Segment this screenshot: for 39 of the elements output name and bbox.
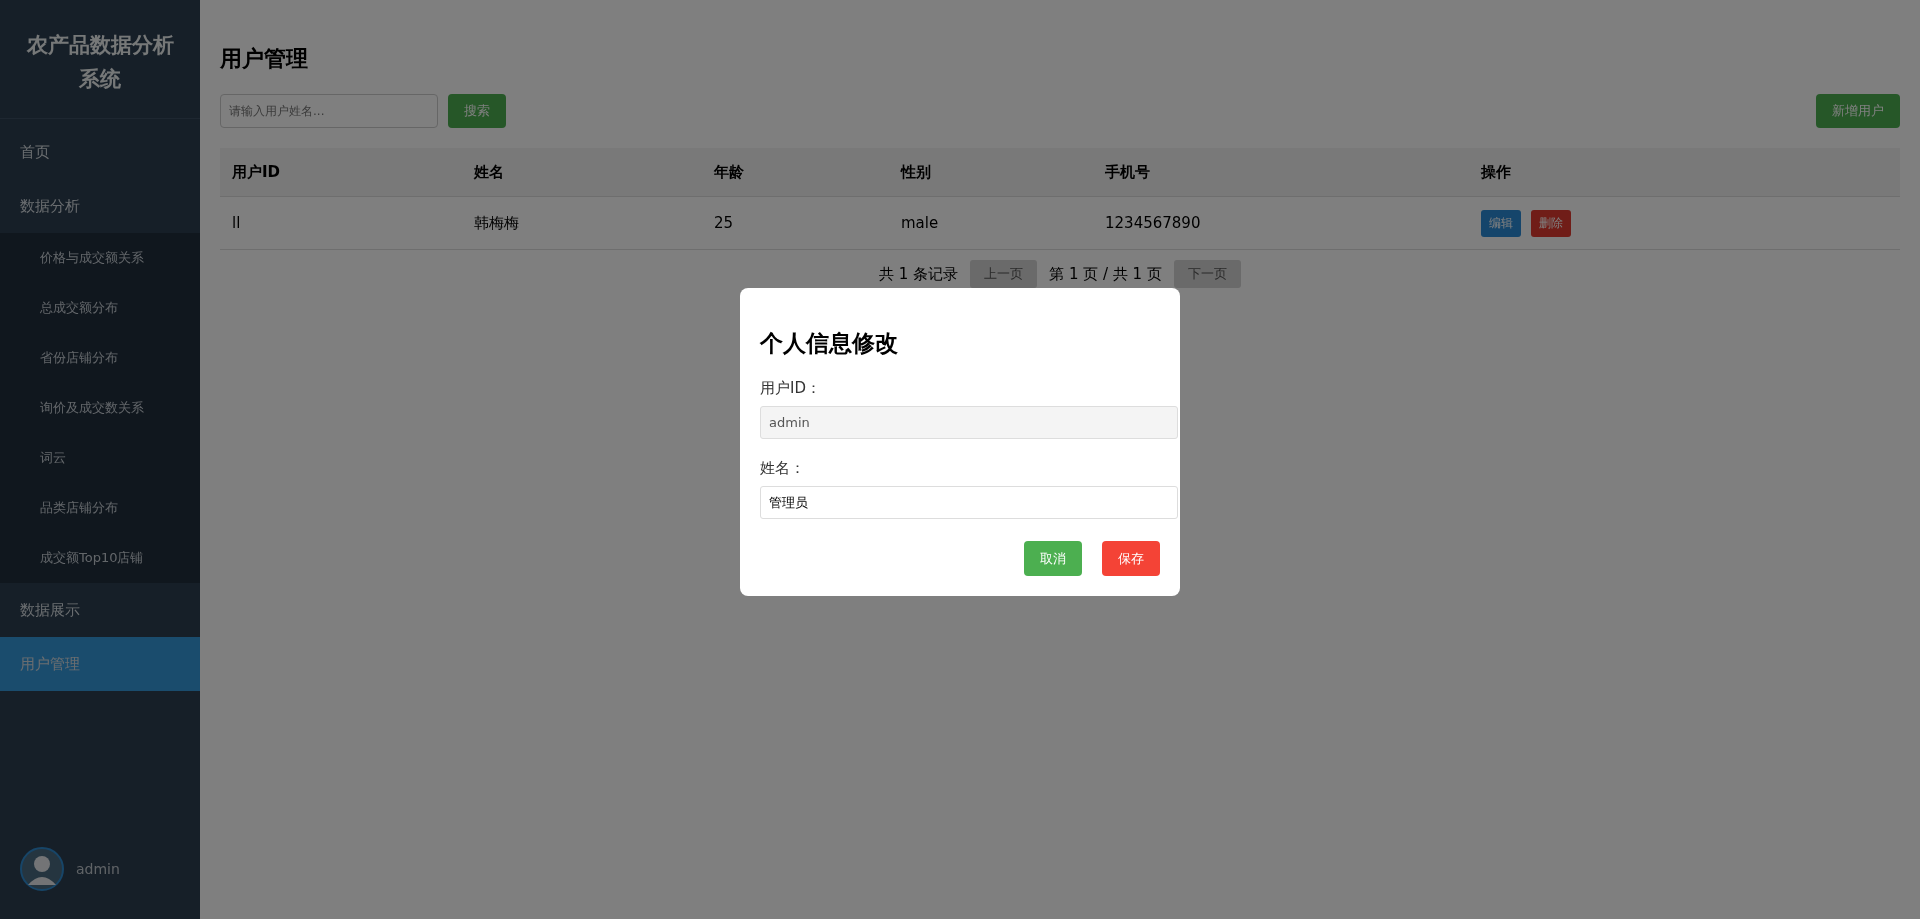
- sidebar-item[interactable]: 数据展示: [0, 583, 200, 637]
- dialog-title: 个人信息修改: [760, 329, 899, 358]
- table-cell: male: [889, 197, 1093, 250]
- save-button[interactable]: 保存: [1102, 541, 1160, 576]
- column-header: 年龄: [702, 148, 889, 197]
- submenu-item[interactable]: 成交额Top10店铺: [0, 533, 200, 583]
- search-button[interactable]: 搜索: [448, 94, 506, 128]
- avatar-icon[interactable]: [20, 847, 64, 891]
- table-cell: 韩梅梅: [462, 197, 702, 250]
- input-field[interactable]: 管理员: [760, 486, 1178, 519]
- column-header: 用户ID: [220, 148, 462, 197]
- submenu-item[interactable]: 省份店铺分布: [0, 333, 200, 383]
- column-header: 手机号: [1093, 148, 1469, 197]
- page-title: 用户管理: [220, 45, 309, 73]
- edit-button[interactable]: 编辑: [1481, 209, 1521, 237]
- table-cell: 1234567890: [1093, 197, 1469, 250]
- user-name: admin: [76, 861, 120, 877]
- submenu-item[interactable]: 品类店铺分布: [0, 483, 200, 533]
- field-label: 姓名：: [760, 459, 806, 478]
- sidebar-item[interactable]: 首页: [0, 125, 200, 179]
- submenu-item[interactable]: 总成交额分布: [0, 283, 200, 333]
- search-field[interactable]: 请输入用户姓名...: [220, 94, 438, 128]
- table-cell: ll: [220, 197, 462, 250]
- record-count: 共 1 条记录: [879, 264, 959, 284]
- add-user-button[interactable]: 新增用户: [1816, 94, 1900, 128]
- app-title: 农产品数据分析系统: [25, 32, 175, 93]
- sidebar-item[interactable]: 数据分析: [0, 179, 200, 233]
- column-header: 操作: [1469, 148, 1900, 197]
- column-header: 姓名: [462, 148, 702, 197]
- table-cell: 25: [702, 197, 889, 250]
- delete-button[interactable]: 删除: [1531, 209, 1571, 237]
- sidebar-item[interactable]: 用户管理: [0, 637, 200, 691]
- page-indicator: 第 1 页 / 共 1 页: [1049, 264, 1162, 284]
- submenu-item[interactable]: 价格与成交额关系: [0, 233, 200, 283]
- field-label: 用户ID：: [760, 379, 822, 398]
- submenu-item[interactable]: 词云: [0, 433, 200, 483]
- submenu-item[interactable]: 询价及成交数关系: [0, 383, 200, 433]
- column-header: 性别: [889, 148, 1093, 197]
- cancel-button[interactable]: 取消: [1024, 541, 1082, 576]
